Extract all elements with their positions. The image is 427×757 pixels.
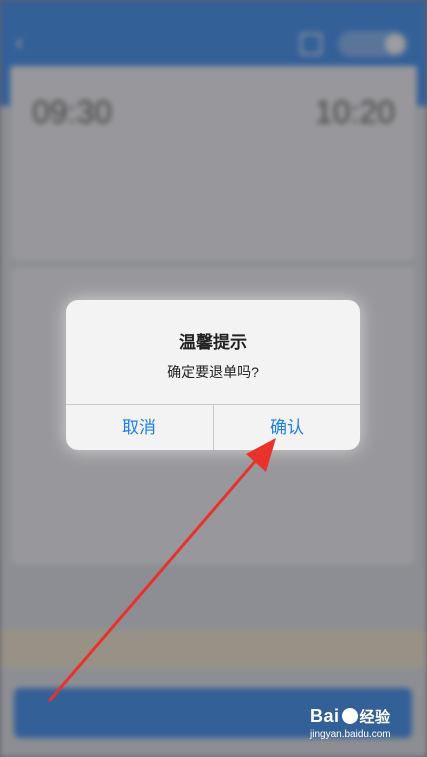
annotation-arrow-icon	[48, 438, 276, 702]
watermark-logo: Bai 经验 jingyan.baidu.com	[310, 706, 391, 740]
watermark-brand-left: Bai	[310, 706, 340, 726]
watermark-url: jingyan.baidu.com	[310, 729, 391, 740]
watermark-brand-right: 经验	[359, 709, 391, 726]
paw-icon	[341, 708, 358, 724]
